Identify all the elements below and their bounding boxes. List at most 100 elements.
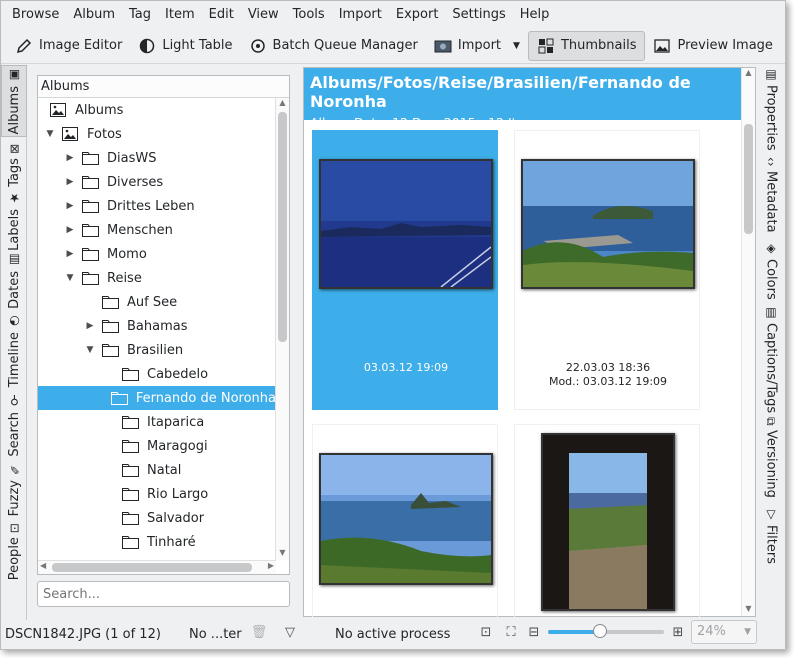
- expand-arrow-icon[interactable]: ▶: [64, 201, 76, 211]
- scroll-thumb[interactable]: [278, 112, 287, 342]
- preview-image-label: Preview Image: [677, 38, 773, 53]
- scroll-up-arrow-icon[interactable]: ▲: [276, 98, 289, 110]
- import-button[interactable]: Import ▼: [426, 31, 528, 61]
- scroll-down-arrow-icon[interactable]: ▼: [742, 604, 755, 616]
- expand-arrow-icon[interactable]: ▶: [84, 321, 96, 331]
- tab-timeline[interactable]: Timeline ◔: [1, 311, 27, 391]
- tree-item[interactable]: ▶ Bahamas: [38, 314, 276, 338]
- tree-item[interactable]: Auf See: [38, 290, 276, 314]
- album-tree-vertical-scrollbar[interactable]: ▲ ▼: [275, 98, 289, 560]
- tab-albums-label: Albums: [6, 85, 22, 135]
- filter-status[interactable]: No ...ter: [189, 627, 242, 642]
- filter-icon[interactable]: ▽: [282, 622, 298, 642]
- scroll-up-arrow-icon[interactable]: ▲: [742, 68, 755, 80]
- folder-icon: [122, 415, 139, 429]
- thumbnail-item[interactable]: 03.03.12 19:09: [312, 130, 498, 410]
- tab-dates[interactable]: Dates ▤: [1, 251, 27, 311]
- tree-item[interactable]: ▶ Diverses: [38, 170, 276, 194]
- tab-tags[interactable]: Tags ⊠: [1, 139, 27, 191]
- chevron-down-icon[interactable]: ▼: [744, 621, 751, 643]
- thumbnail-vertical-scrollbar[interactable]: ▲ ▼: [741, 68, 755, 616]
- tree-item[interactable]: Maragogi: [38, 434, 276, 458]
- tree-item-label: Natal: [147, 462, 182, 478]
- menu-browse[interactable]: Browse: [5, 7, 66, 22]
- tree-item-label: Drittes Leben: [107, 198, 195, 214]
- tab-fuzzy[interactable]: Fuzzy ✎: [1, 459, 27, 519]
- tree-item[interactable]: ▼ Brasilien: [38, 338, 276, 362]
- menu-item[interactable]: Item: [158, 7, 202, 22]
- scroll-right-arrow-icon[interactable]: ▶: [268, 561, 274, 570]
- menu-help[interactable]: Help: [513, 7, 557, 22]
- expand-arrow-icon[interactable]: ▶: [64, 153, 76, 163]
- tree-item[interactable]: ▼ Fotos: [38, 122, 276, 146]
- album-tree-horizontal-scrollbar[interactable]: ◀ ▶: [38, 560, 276, 574]
- tree-item[interactable]: ▶ Menschen: [38, 218, 276, 242]
- tab-metadata[interactable]: ‹› Metadata: [757, 157, 785, 237]
- zoom-level-combo[interactable]: 24% ▼: [691, 620, 757, 644]
- expand-arrow-icon[interactable]: ▶: [64, 177, 76, 187]
- menu-album[interactable]: Album: [66, 7, 122, 22]
- collapse-arrow-icon[interactable]: ▼: [44, 129, 56, 139]
- zoom-slider[interactable]: [548, 624, 664, 640]
- image-editor-button[interactable]: Image Editor: [7, 31, 130, 61]
- album-search-input[interactable]: [37, 581, 290, 607]
- menu-settings[interactable]: Settings: [445, 7, 512, 22]
- zoom-out-icon[interactable]: ⊟: [526, 622, 542, 642]
- batch-queue-button[interactable]: Batch Queue Manager: [241, 31, 426, 61]
- tree-item[interactable]: Salvador: [38, 506, 276, 530]
- menu-import[interactable]: Import: [332, 7, 389, 22]
- tab-filters[interactable]: ▽ Filters: [757, 507, 785, 573]
- tree-item[interactable]: Natal: [38, 458, 276, 482]
- tab-people[interactable]: People ⊡: [1, 519, 27, 585]
- tree-item[interactable]: Albums: [38, 98, 276, 122]
- tree-item[interactable]: ▶ Drittes Leben: [38, 194, 276, 218]
- tree-item[interactable]: Itaparica: [38, 410, 276, 434]
- tab-albums[interactable]: Albums ▣: [1, 65, 27, 137]
- scroll-thumb-horizontal[interactable]: [52, 563, 252, 572]
- scroll-thumb[interactable]: [744, 124, 753, 234]
- menu-tag[interactable]: Tag: [122, 7, 158, 22]
- tree-item[interactable]: Tinharé: [38, 530, 276, 554]
- scroll-down-arrow-icon[interactable]: ▼: [276, 548, 289, 560]
- thumbnails-button[interactable]: Thumbnails: [527, 30, 646, 61]
- thumbnail-item[interactable]: [514, 424, 700, 624]
- zoom-fit-icon[interactable]: ⊡: [478, 622, 494, 642]
- tab-versioning[interactable]: ⧉ Versioning: [757, 417, 785, 503]
- tree-item[interactable]: Rio Largo: [38, 482, 276, 506]
- collapse-arrow-icon[interactable]: ▼: [84, 345, 96, 355]
- tree-item[interactable]: ▼ Reise: [38, 266, 276, 290]
- tab-colors[interactable]: ◈ Colors: [757, 241, 785, 303]
- scroll-left-arrow-icon[interactable]: ◀: [40, 561, 46, 570]
- menu-tools[interactable]: Tools: [286, 7, 332, 22]
- tab-labels[interactable]: Labels ★: [1, 191, 27, 251]
- tab-properties[interactable]: ▤ Properties: [757, 67, 785, 155]
- trash-icon[interactable]: 🗑: [251, 622, 268, 642]
- photo-thumbnail: [521, 159, 695, 289]
- menu-edit[interactable]: Edit: [202, 7, 241, 22]
- collapse-arrow-icon[interactable]: ▼: [64, 273, 76, 283]
- menu-view[interactable]: View: [241, 7, 286, 22]
- tree-item-label: Fernando de Noronha: [135, 390, 276, 406]
- thumbnail-date: 03.03.12 19:09: [363, 361, 449, 374]
- zoom-in-icon[interactable]: ⊞: [670, 622, 686, 642]
- tab-captions-tags[interactable]: ▥ Captions/Tags: [757, 305, 785, 413]
- expand-arrow-icon[interactable]: ▶: [64, 249, 76, 259]
- light-table-label: Light Table: [162, 38, 233, 53]
- thumbnail-item[interactable]: 22.03.03 18:36 Mod.: 03.03.12 19:09: [514, 130, 700, 410]
- light-table-button[interactable]: Light Table: [130, 31, 240, 61]
- zoom-slider-handle[interactable]: [593, 624, 608, 638]
- tab-people-label: People: [6, 537, 22, 581]
- expand-arrow-icon[interactable]: ▶: [64, 225, 76, 235]
- zoom-fullscreen-icon[interactable]: ⛶: [503, 622, 519, 642]
- dropdown-arrow-icon[interactable]: ▼: [513, 41, 520, 51]
- tree-item[interactable]: Cabedelo: [38, 362, 276, 386]
- tree-item[interactable]: ▶ Momo: [38, 242, 276, 266]
- tab-search[interactable]: Search ⚲: [1, 391, 27, 459]
- folder-icon: [82, 247, 99, 261]
- menu-export[interactable]: Export: [389, 7, 446, 22]
- tree-item[interactable]: Fernando de Noronha: [38, 386, 276, 410]
- tree-item[interactable]: ▶ DiasWS: [38, 146, 276, 170]
- thumbnail-item[interactable]: [312, 424, 498, 624]
- more-button[interactable]: »: [781, 31, 786, 61]
- preview-image-button[interactable]: Preview Image: [645, 31, 780, 61]
